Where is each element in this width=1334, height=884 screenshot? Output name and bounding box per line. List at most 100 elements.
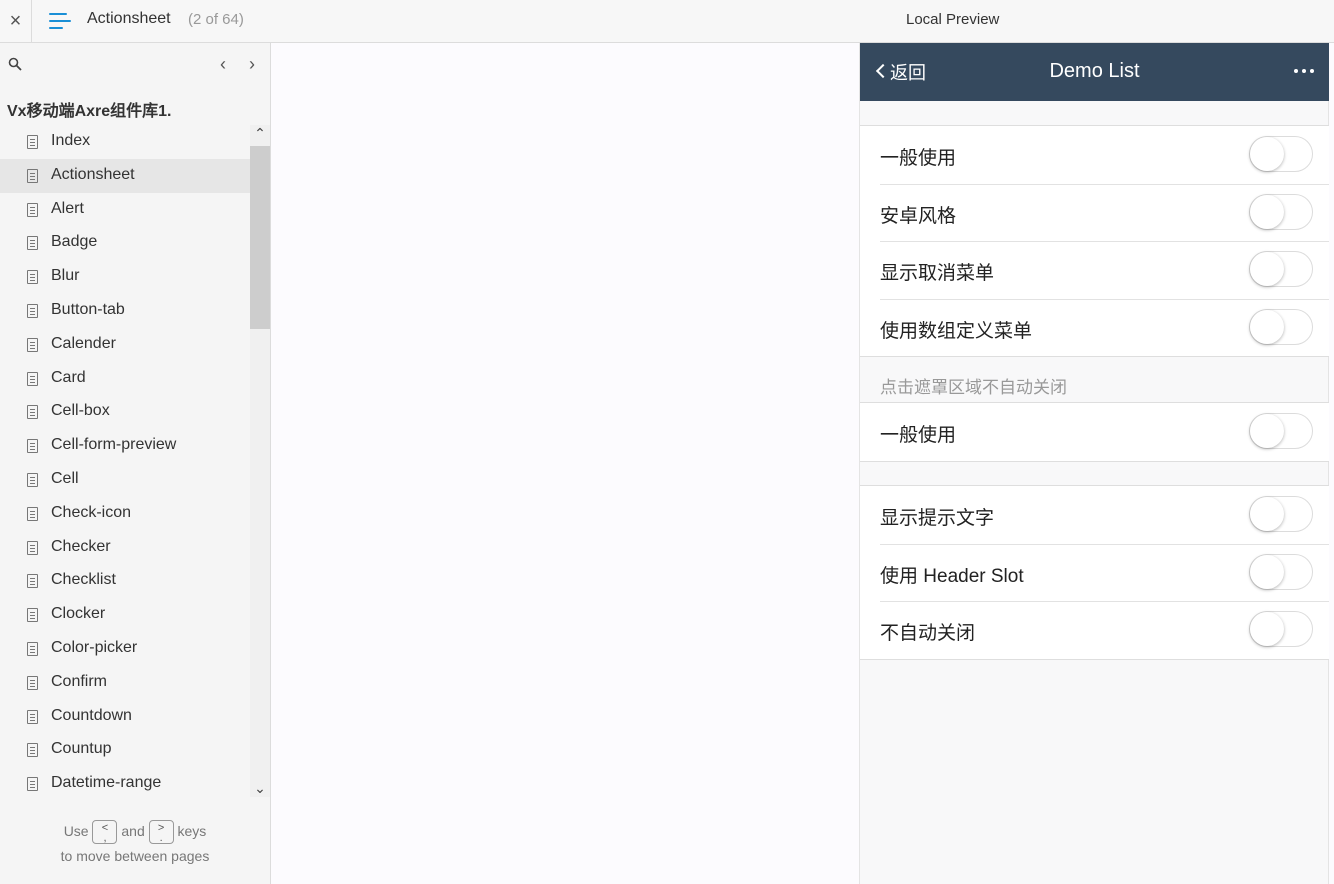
page-document-icon <box>27 371 38 386</box>
page-list-item[interactable]: Confirm <box>0 666 250 700</box>
page-list-item[interactable]: Countup <box>0 733 250 767</box>
page-list-item[interactable]: Checklist <box>0 564 250 598</box>
hint-text-line2: to move between pages <box>60 848 210 865</box>
page-document-icon <box>27 405 38 420</box>
page-list-item[interactable]: Calender <box>0 328 250 362</box>
switch-group-2: 一般使用 <box>860 402 1329 462</box>
page-list-item-label: Index <box>51 132 91 149</box>
page-list-item[interactable]: Cell <box>0 463 250 497</box>
group-title: 点击遮罩区域不自动关闭 <box>880 378 1067 397</box>
page-list-item-label: Button-tab <box>51 300 125 318</box>
toggle-switch[interactable] <box>1249 193 1313 230</box>
toggle-switch[interactable] <box>1249 413 1313 449</box>
page-list-item[interactable]: Actionsheet <box>0 158 250 193</box>
preview-title: Local Preview <box>906 11 1000 28</box>
toggle-switch[interactable] <box>1249 308 1313 345</box>
switch-cell: 显示提示文字 <box>860 486 1329 544</box>
page-list-item[interactable]: Check-icon <box>0 497 250 531</box>
page-document-icon <box>27 337 38 352</box>
toggle-switch[interactable] <box>1249 611 1313 647</box>
page-list-item[interactable]: Alert <box>0 193 250 227</box>
page-document-icon <box>27 709 38 724</box>
toggle-switch[interactable] <box>1249 553 1313 590</box>
page-list-item-label: Countdown <box>51 706 132 724</box>
switch-cell-label: 显示取消菜单 <box>880 263 995 284</box>
scrollbar-thumb[interactable] <box>250 146 270 329</box>
page-document-icon <box>27 506 38 521</box>
page-list-item-label: Actionsheet <box>51 165 135 183</box>
more-icon[interactable] <box>1294 61 1318 81</box>
page-document-icon <box>27 608 38 623</box>
page-list-item[interactable]: Datetime-range <box>0 767 250 797</box>
current-page-name: Actionsheet <box>87 10 171 27</box>
page-list-item-label: Card <box>51 368 86 386</box>
search-icon[interactable] <box>8 57 22 71</box>
switch-cell-label: 一般使用 <box>880 148 957 169</box>
page-document-icon <box>27 303 38 318</box>
page-list-item-label: Badge <box>51 233 98 251</box>
page-list-item-label: Checklist <box>51 571 116 589</box>
page-list-item-label: Checker <box>51 537 111 555</box>
page-document-icon <box>27 168 38 183</box>
switch-cell: 不自动关闭 <box>860 601 1329 659</box>
switch-group-3: 显示提示文字使用 Header Slot 不自动关闭 <box>860 485 1329 660</box>
page-document-icon <box>27 135 38 149</box>
toggle-switch[interactable] <box>1249 136 1313 172</box>
page-list-item[interactable]: Clocker <box>0 598 250 632</box>
page-count: (2 of 64) <box>188 11 244 28</box>
page-document-icon <box>27 777 38 792</box>
toggle-knob <box>1250 252 1284 286</box>
page-list-item[interactable]: Blur <box>0 260 250 294</box>
page-list-item-label: Confirm <box>51 672 108 690</box>
mobile-header: 返回 Demo List <box>860 43 1329 101</box>
toggle-switch[interactable] <box>1249 496 1313 532</box>
page-list-item[interactable]: Badge <box>0 226 250 260</box>
page-list-item-label: Blur <box>51 267 80 285</box>
page-list-item-label: Color-picker <box>51 638 138 656</box>
top-bar: × Actionsheet (2 of 64) Local Preview <box>0 0 1334 43</box>
switch-cell-label: 一般使用 <box>880 425 957 446</box>
mobile-title: Demo List <box>1049 60 1140 82</box>
scroll-up-chevron-icon[interactable]: ⌃ <box>250 125 270 145</box>
page-list-item-label: Alert <box>51 199 84 217</box>
page-document-icon <box>27 236 38 251</box>
page-list-item-label: Check-icon <box>51 503 132 521</box>
page-list-item[interactable]: Cell-form-preview <box>0 429 250 463</box>
hamburger-menu-icon[interactable] <box>49 11 71 31</box>
page-list-item-label: Cell-box <box>51 402 110 420</box>
page-list-item[interactable]: Checker <box>0 531 250 565</box>
sidebar: ‹ › Vx移动端Axre组件库1. Index Actionsheet Alert… <box>0 43 271 884</box>
scroll-down-chevron-icon[interactable]: ⌄ <box>250 780 270 800</box>
page-document-icon <box>27 641 38 656</box>
page-list-item-label: Countup <box>51 740 112 758</box>
toggle-knob <box>1250 554 1284 589</box>
page-document-icon <box>27 472 38 487</box>
next-page-button[interactable]: › <box>243 54 261 76</box>
switch-cell-label: 安卓风格 <box>880 205 957 227</box>
page-list-item-label: Clocker <box>51 605 106 623</box>
page-document-icon <box>27 540 38 555</box>
page-list-item[interactable]: Countdown <box>0 700 250 734</box>
toggle-switch[interactable] <box>1249 251 1313 287</box>
close-button[interactable]: × <box>0 0 32 42</box>
next-key-icon: >. <box>148 820 174 845</box>
switch-cell: 安卓风格 <box>860 183 1329 242</box>
toggle-knob <box>1250 137 1284 171</box>
hint-text-use: Use <box>63 823 89 839</box>
page-document-icon <box>27 675 38 690</box>
switch-cell: 使用数组定义菜单 <box>860 298 1329 357</box>
toggle-knob <box>1250 194 1284 229</box>
hint-text-keys: keys <box>177 823 207 839</box>
switch-cell-label: 不自动关闭 <box>880 623 976 644</box>
page-list-item[interactable]: Cell-box <box>0 395 250 429</box>
mobile-preview: 返回 Demo List 一般使用 安卓风格 显示取消菜单 使用数组定义菜单 点击遮罩… <box>859 43 1329 884</box>
switch-group-1: 一般使用安卓风格显示取消菜单使用数组定义菜单 <box>860 125 1329 357</box>
switch-cell-label: 使用 Header Slot <box>880 565 1024 587</box>
switch-cell: 使用 Header Slot <box>860 543 1329 602</box>
page-list-item[interactable]: Button-tab <box>0 294 250 328</box>
previous-page-button[interactable]: ‹ <box>214 54 232 76</box>
page-list-item[interactable]: Color-picker <box>0 632 250 666</box>
page-document-icon <box>27 743 38 758</box>
page-list-item[interactable]: Index <box>0 125 250 159</box>
page-list-item[interactable]: Card <box>0 362 250 396</box>
